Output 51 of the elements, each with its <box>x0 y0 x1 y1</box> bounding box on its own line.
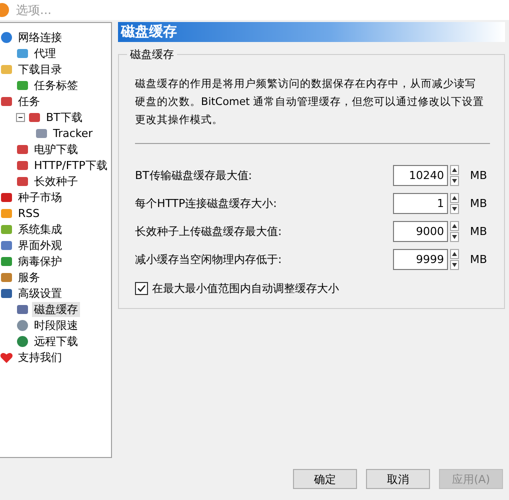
tree-item[interactable]: RSS <box>16 206 42 220</box>
dialog-button[interactable]: 取消 <box>366 469 430 489</box>
page-title: 磁盘缓存 <box>118 22 505 42</box>
collapse-icon[interactable] <box>16 112 25 122</box>
tree-item[interactable]: 服务 <box>16 270 42 284</box>
checkbox[interactable] <box>135 282 148 295</box>
dialog-button[interactable]: 确定 <box>293 469 357 489</box>
tree-item[interactable]: BT下载 <box>44 110 84 124</box>
tree-item[interactable]: 系统集成 <box>16 222 64 236</box>
tree-item[interactable]: 种子市场 <box>16 190 64 204</box>
tree-item[interactable]: 电驴下载 <box>32 142 80 156</box>
window-title: 选项... <box>16 2 52 18</box>
tree-item[interactable]: 网络连接 <box>16 30 64 44</box>
unit-label: MB <box>470 252 488 266</box>
tree-item[interactable]: 任务标签 <box>32 78 80 92</box>
description: 磁盘缓存的作用是将用户频繁访问的数据保存在内存中，从而减少读写硬盘的次数。BitComet 通常自动管理缓存，但您可以通过修改以下设置更改其操作模式。 <box>135 77 486 128</box>
group-title: 磁盘缓存 <box>127 47 177 62</box>
checkbox-label: 在最大最小值范围内自动调整缓存大小 <box>152 281 339 296</box>
tree-item[interactable]: 磁盘缓存 <box>32 302 80 316</box>
number-field[interactable]: 9000 <box>393 220 448 242</box>
spin-up-icon[interactable] <box>450 248 459 259</box>
tree-item[interactable]: 远程下载 <box>32 334 80 348</box>
spin-down-icon[interactable] <box>450 232 459 242</box>
tree-item[interactable]: Tracker <box>51 126 95 140</box>
tree-item[interactable]: 高级设置 <box>16 286 64 300</box>
tree-item[interactable]: 界面外观 <box>16 238 64 252</box>
unit-label: MB <box>470 197 488 210</box>
spin-down-icon[interactable] <box>450 204 459 214</box>
spin-down-icon[interactable] <box>450 260 459 270</box>
heart-icon <box>0 350 13 364</box>
setting-label: 每个HTTP连接磁盘缓存大小: <box>135 196 278 212</box>
tree-item[interactable]: 代理 <box>32 46 58 60</box>
tree-item[interactable]: 支持我们 <box>16 350 64 364</box>
tree-item[interactable]: HTTP/FTP下载 <box>32 158 110 172</box>
number-field[interactable]: 10240 <box>393 165 448 186</box>
setting-label: BT传输磁盘缓存最大值: <box>135 168 253 184</box>
unit-label: MB <box>470 169 488 182</box>
tree-item[interactable]: 病毒保护 <box>16 254 64 268</box>
unit-label: MB <box>470 224 488 238</box>
spin-up-icon[interactable] <box>450 165 459 176</box>
setting-label: 减小缓存当空闲物理内存低于: <box>135 252 283 267</box>
spin-up-icon[interactable] <box>450 220 459 231</box>
tree-item[interactable]: 下载目录 <box>16 62 64 76</box>
spin-down-icon[interactable] <box>450 176 459 186</box>
number-field[interactable]: 1 <box>393 193 448 214</box>
number-field[interactable]: 9999 <box>393 248 448 270</box>
spin-up-icon[interactable] <box>450 193 459 204</box>
tree-item[interactable]: 长效种子 <box>32 174 80 188</box>
tree-item[interactable]: 时段限速 <box>32 318 80 332</box>
setting-label: 长效种子上传磁盘缓存最大值: <box>135 224 283 239</box>
tree-item[interactable]: 任务 <box>16 94 42 108</box>
